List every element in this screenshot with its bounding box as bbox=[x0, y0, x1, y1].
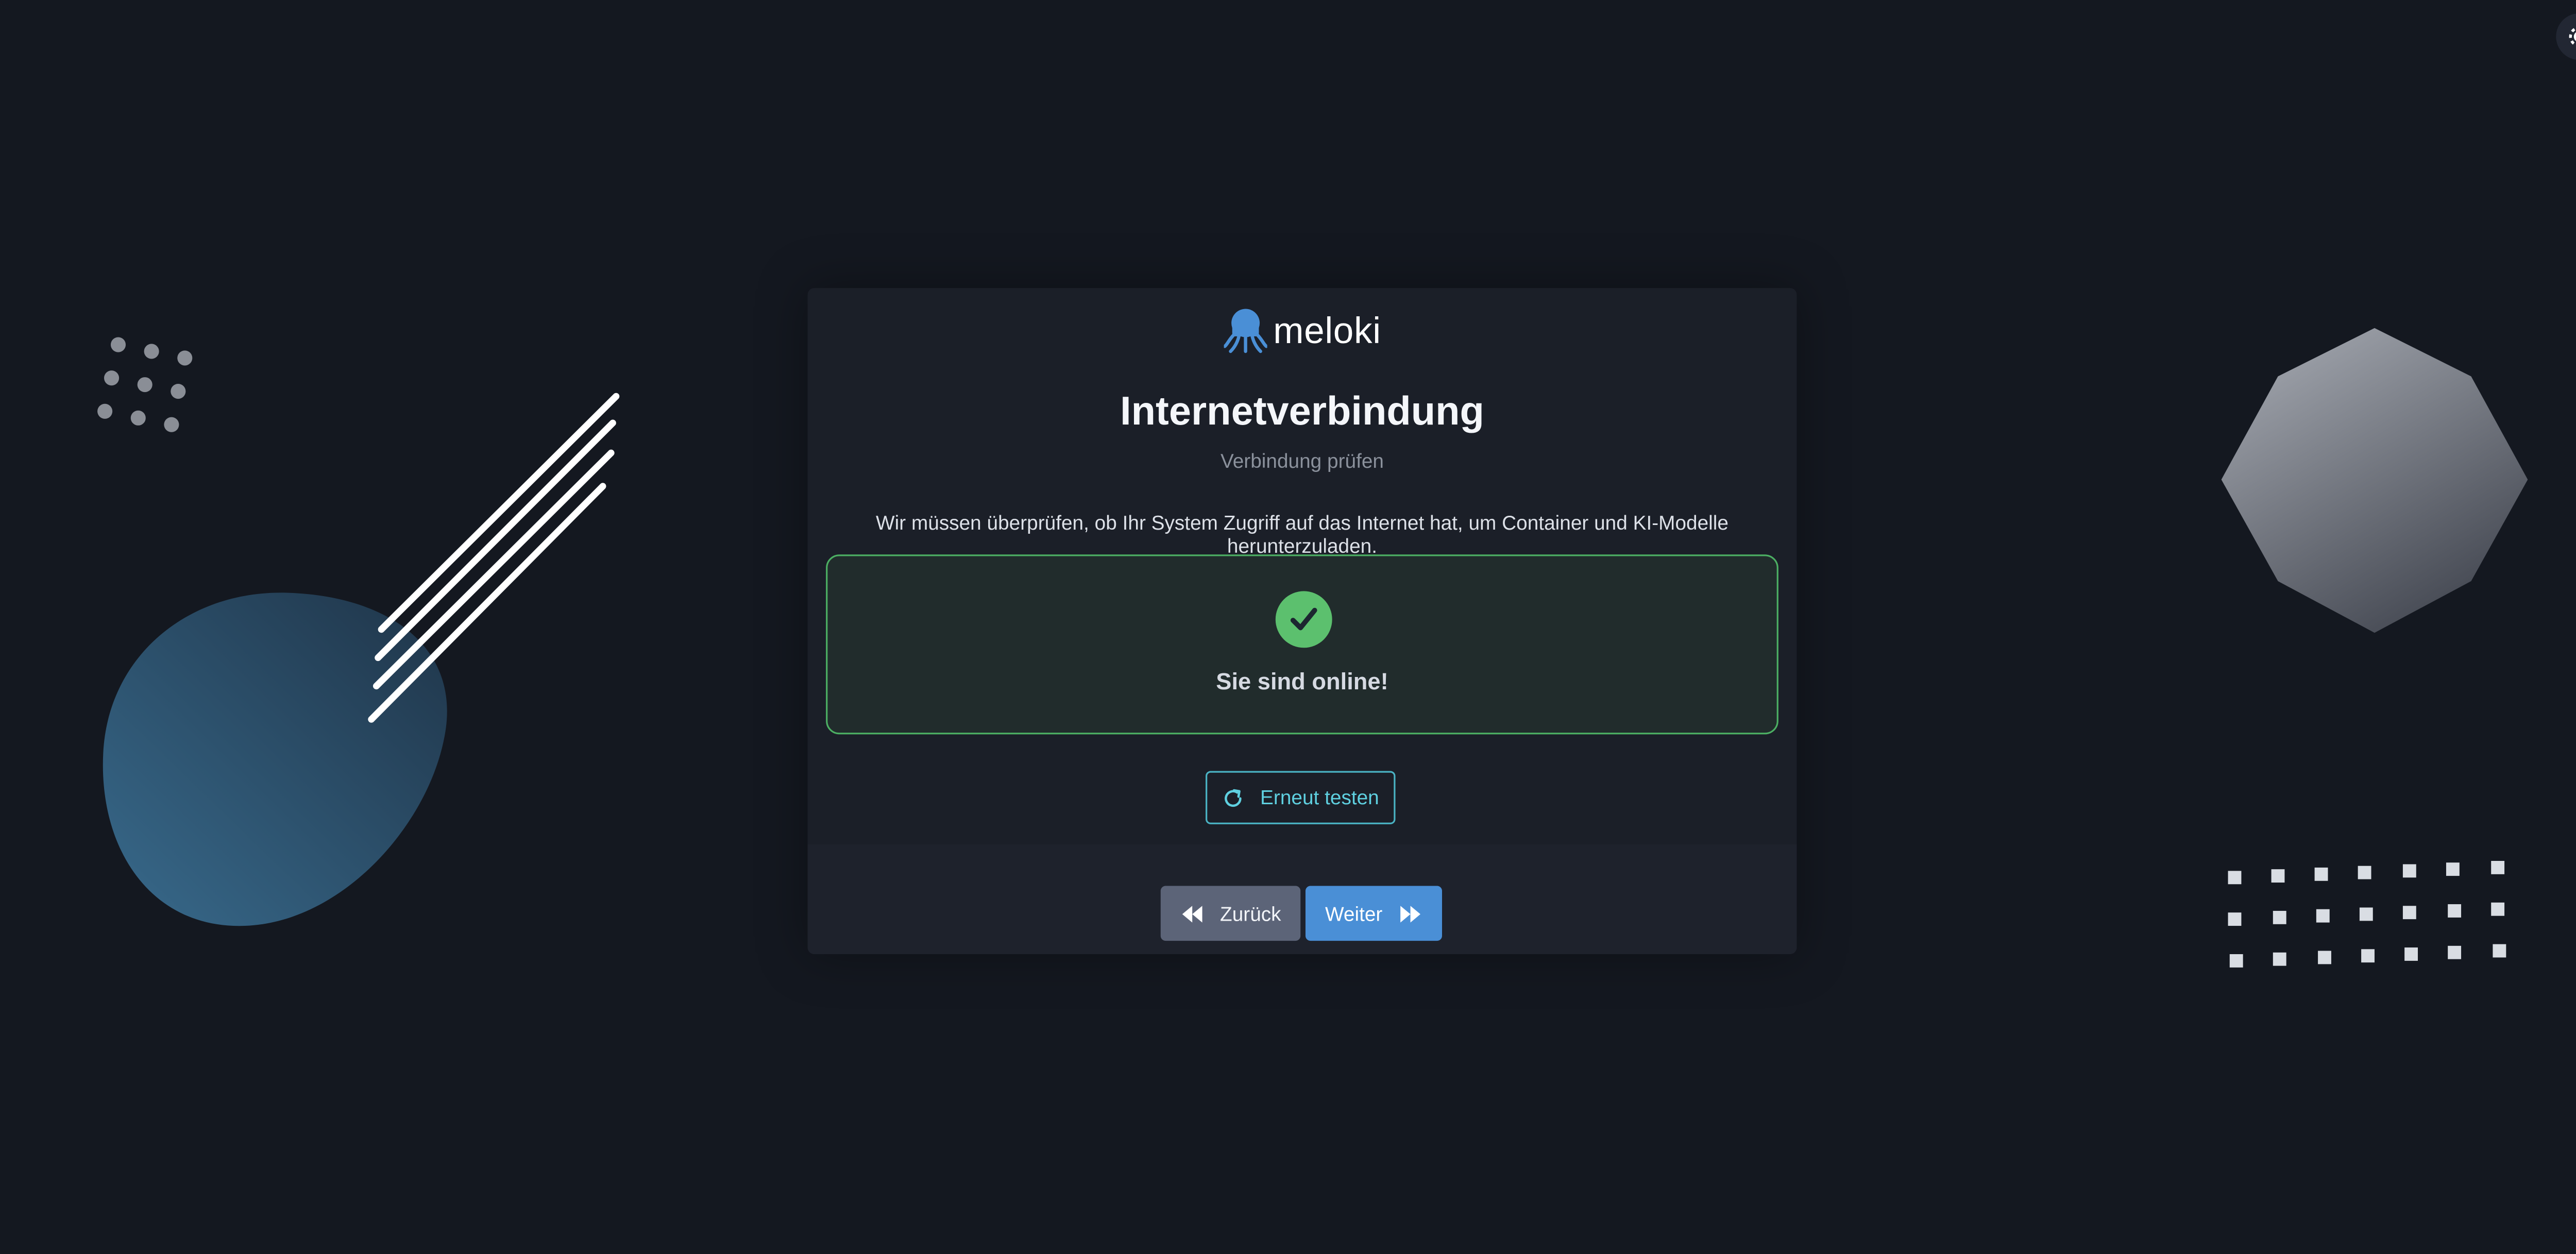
double-chevron-left-icon bbox=[1180, 903, 1203, 923]
page-subtitle: Verbindung prüfen bbox=[1220, 449, 1384, 473]
checkmark-icon bbox=[1275, 591, 1332, 648]
retest-button[interactable]: Erneut testen bbox=[1206, 771, 1396, 824]
back-button[interactable]: Zurück bbox=[1160, 886, 1301, 941]
status-text: Sie sind online! bbox=[1216, 668, 1388, 694]
page-description: Wir müssen überprüfen, ob Ihr System Zug… bbox=[876, 511, 1728, 558]
double-chevron-right-icon bbox=[1399, 903, 1422, 923]
card-footer: Zurück Weiter bbox=[807, 844, 1797, 954]
page-title: Internetverbindung bbox=[1120, 389, 1484, 435]
decorative-octagon bbox=[2221, 328, 2528, 633]
setup-screen: meloki Internetverbindung Verbindung prü… bbox=[0, 0, 2576, 1254]
gear-icon bbox=[2569, 27, 2576, 46]
retest-button-label: Erneut testen bbox=[1260, 786, 1379, 809]
next-button[interactable]: Weiter bbox=[1305, 886, 1442, 941]
decorative-dots bbox=[97, 337, 193, 432]
octopus-icon bbox=[1223, 309, 1267, 353]
decorative-lines bbox=[368, 393, 620, 723]
brand-logo: meloki bbox=[808, 308, 1797, 354]
next-button-label: Weiter bbox=[1325, 902, 1383, 925]
connection-status-box: Sie sind online! bbox=[826, 554, 1778, 735]
back-button-label: Zurück bbox=[1220, 902, 1281, 925]
theme-toggle-button[interactable] bbox=[2556, 13, 2576, 60]
setup-card: meloki Internetverbindung Verbindung prü… bbox=[807, 288, 1797, 954]
brand-name: meloki bbox=[1273, 310, 1381, 351]
refresh-icon bbox=[1222, 787, 1244, 808]
decorative-squares bbox=[2228, 860, 2506, 968]
